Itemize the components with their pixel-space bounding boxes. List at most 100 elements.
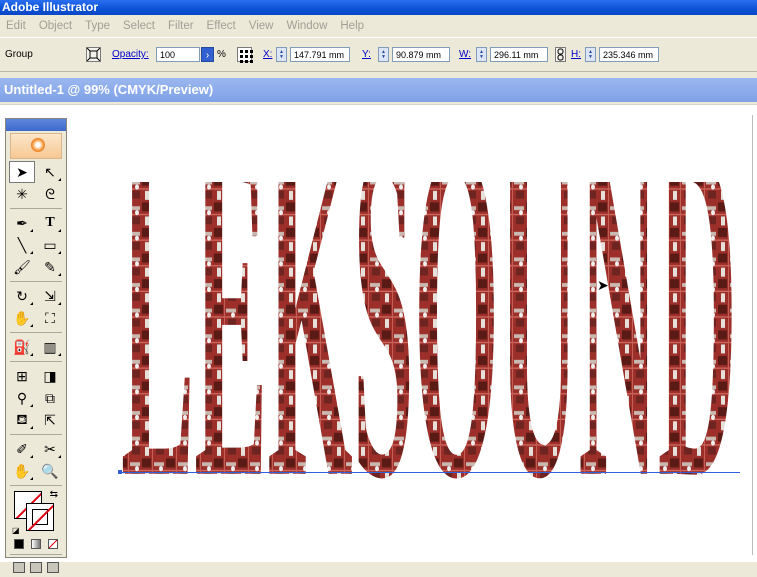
app-title-bar: Adobe Illustrator — [0, 0, 757, 15]
magic-wand-icon: ✳ — [16, 185, 28, 202]
bar-graph-icon: ▥ — [43, 338, 57, 355]
artwork-text: LEKSOUND — [121, 182, 737, 482]
control-bar: Group Opacity: 100 › % X: ▲ ▼ 147.791 mm … — [0, 37, 757, 72]
menu-view[interactable]: View — [249, 20, 274, 32]
magnifier-icon: 🔍 — [41, 462, 59, 479]
opacity-label[interactable]: Opacity: — [112, 49, 149, 60]
illustrator-flower-logo — [10, 133, 62, 159]
standard-screen-mode-button[interactable] — [12, 562, 25, 573]
full-screen-mode-button[interactable] — [47, 562, 60, 573]
y-input[interactable]: 90.879 mm — [392, 47, 450, 62]
rectangle-tool[interactable]: ▭ — [37, 234, 63, 256]
slice-tool[interactable]: ✐ — [9, 438, 35, 460]
pen-nib-icon: ✒ — [16, 214, 28, 231]
slice-knife-icon: ✐ — [16, 440, 28, 457]
menu-window[interactable]: Window — [286, 20, 327, 32]
full-screen-menu-mode-button[interactable] — [29, 562, 42, 573]
document-title-bar[interactable]: Untitled-1 @ 99% (CMYK/Preview) — [0, 78, 757, 102]
line-segment-tool[interactable]: ╲ — [9, 234, 35, 256]
app-title: Adobe Illustrator — [2, 0, 99, 14]
color-mode-button[interactable] — [13, 539, 24, 549]
arrow-icon: ➤ — [16, 163, 28, 180]
hollow-arrow-icon: ↖ — [44, 163, 56, 180]
free-transform-icon: ⛶ — [45, 309, 55, 326]
constrain-proportions-icon[interactable] — [555, 47, 566, 62]
w-label: W: — [459, 49, 472, 60]
scissors-tool[interactable]: ✂ — [37, 438, 63, 460]
symbol-sprayer-tool[interactable]: ⛽ — [9, 336, 35, 358]
scale-tool[interactable]: ⇲ — [37, 285, 63, 307]
h-label: H: — [571, 49, 581, 60]
blend-icon: ⧉ — [45, 389, 55, 406]
mesh-icon: ⊞ — [16, 367, 28, 384]
selection-tool[interactable]: ➤ — [9, 161, 35, 183]
reference-point-icon[interactable] — [237, 47, 253, 63]
hand-icon: ✋ — [13, 462, 31, 479]
eyedropper-icon: ⚲ — [16, 389, 28, 406]
column-graph-tool[interactable]: ▥ — [37, 336, 63, 358]
mesh-tool[interactable]: ⊞ — [9, 365, 35, 387]
scissors-icon: ✂ — [44, 440, 56, 457]
pen-tool[interactable]: ✒ — [9, 212, 35, 234]
y-label: Y: — [362, 49, 371, 60]
menu-edit[interactable]: Edit — [6, 20, 26, 32]
stroke-swatch-none[interactable] — [26, 503, 54, 531]
isolate-group-icon[interactable] — [86, 47, 101, 62]
gradient-tool[interactable]: ◨ — [37, 365, 63, 387]
selection-anchor-point[interactable] — [118, 470, 122, 474]
rectangle-icon: ▭ — [43, 236, 57, 253]
eyedropper-tool[interactable]: ⚲ — [9, 387, 35, 409]
chevron-right-icon: › — [205, 50, 210, 61]
default-fill-stroke-icon[interactable]: ◪ — [12, 526, 20, 535]
fill-stroke-swatches: ⇆ ◪ — [12, 489, 60, 535]
pointer-cursor-icon: ➤ — [597, 277, 609, 293]
tools-panel: ➤ ↖ ✳ ᘓ ✒ T ╲ ▭ 🖌 ✎ ↻ ⇲ ✋ ⛶ ⛽ ▥ ⊞ ◨ ⚲ ⧉ … — [5, 118, 67, 573]
opacity-input[interactable]: 100 — [156, 47, 200, 62]
type-t-icon: T — [45, 215, 55, 230]
direct-selection-tool[interactable]: ↖ — [37, 161, 63, 183]
paintbrush-tool[interactable]: 🖌 — [9, 256, 35, 278]
type-tool[interactable]: T — [37, 212, 63, 234]
y-stepper[interactable]: ▲ ▼ — [378, 47, 389, 62]
document-title: Untitled-1 @ 99% (CMYK/Preview) — [4, 82, 214, 97]
paintbrush-icon: 🖌 — [13, 258, 31, 275]
live-paint-selection-icon: ⇱ — [44, 411, 56, 428]
free-transform-tool[interactable]: ⛶ — [37, 307, 63, 329]
menu-object[interactable]: Object — [39, 20, 72, 32]
h-stepper[interactable]: ▲ ▼ — [585, 47, 596, 62]
live-paint-selection-tool[interactable]: ⇱ — [37, 409, 63, 431]
selection-type-label: Group — [5, 49, 33, 60]
menu-filter[interactable]: Filter — [168, 20, 194, 32]
opacity-unit: % — [217, 49, 226, 60]
zoom-tool[interactable]: 🔍 — [37, 460, 63, 482]
warp-tool[interactable]: ✋ — [9, 307, 35, 329]
gradient-mode-button[interactable] — [30, 539, 41, 549]
w-stepper[interactable]: ▲ ▼ — [476, 47, 487, 62]
menu-effect[interactable]: Effect — [207, 20, 236, 32]
x-stepper[interactable]: ▲ ▼ — [276, 47, 287, 62]
x-label: X: — [263, 49, 273, 60]
rotate-icon: ↻ — [16, 287, 28, 304]
menu-select[interactable]: Select — [123, 20, 155, 32]
blend-tool[interactable]: ⧉ — [37, 387, 63, 409]
x-input[interactable]: 147.791 mm — [290, 47, 350, 62]
menu-help[interactable]: Help — [340, 20, 364, 32]
magic-wand-tool[interactable]: ✳ — [9, 183, 35, 205]
rotate-tool[interactable]: ↻ — [9, 285, 35, 307]
none-mode-button[interactable] — [48, 539, 59, 549]
tools-panel-header[interactable] — [6, 119, 66, 131]
menu-type[interactable]: Type — [85, 20, 110, 32]
symbol-sprayer-icon: ⛽ — [13, 338, 31, 355]
swap-fill-stroke-icon[interactable]: ⇆ — [50, 489, 58, 500]
artboard-edge — [752, 115, 753, 555]
lasso-icon: ᘓ — [45, 185, 55, 202]
w-input[interactable]: 296.11 mm — [490, 47, 548, 62]
line-icon: ╲ — [17, 236, 27, 253]
pencil-tool[interactable]: ✎ — [37, 256, 63, 278]
opacity-dropdown-button[interactable]: › — [201, 47, 214, 62]
hand-tool[interactable]: ✋ — [9, 460, 35, 482]
h-input[interactable]: 235.346 mm — [599, 47, 659, 62]
live-paint-bucket-tool[interactable]: ⛾ — [9, 409, 35, 431]
leksound-artwork-group[interactable]: LEKSOUND — [118, 182, 740, 482]
lasso-tool[interactable]: ᘓ — [37, 183, 63, 205]
